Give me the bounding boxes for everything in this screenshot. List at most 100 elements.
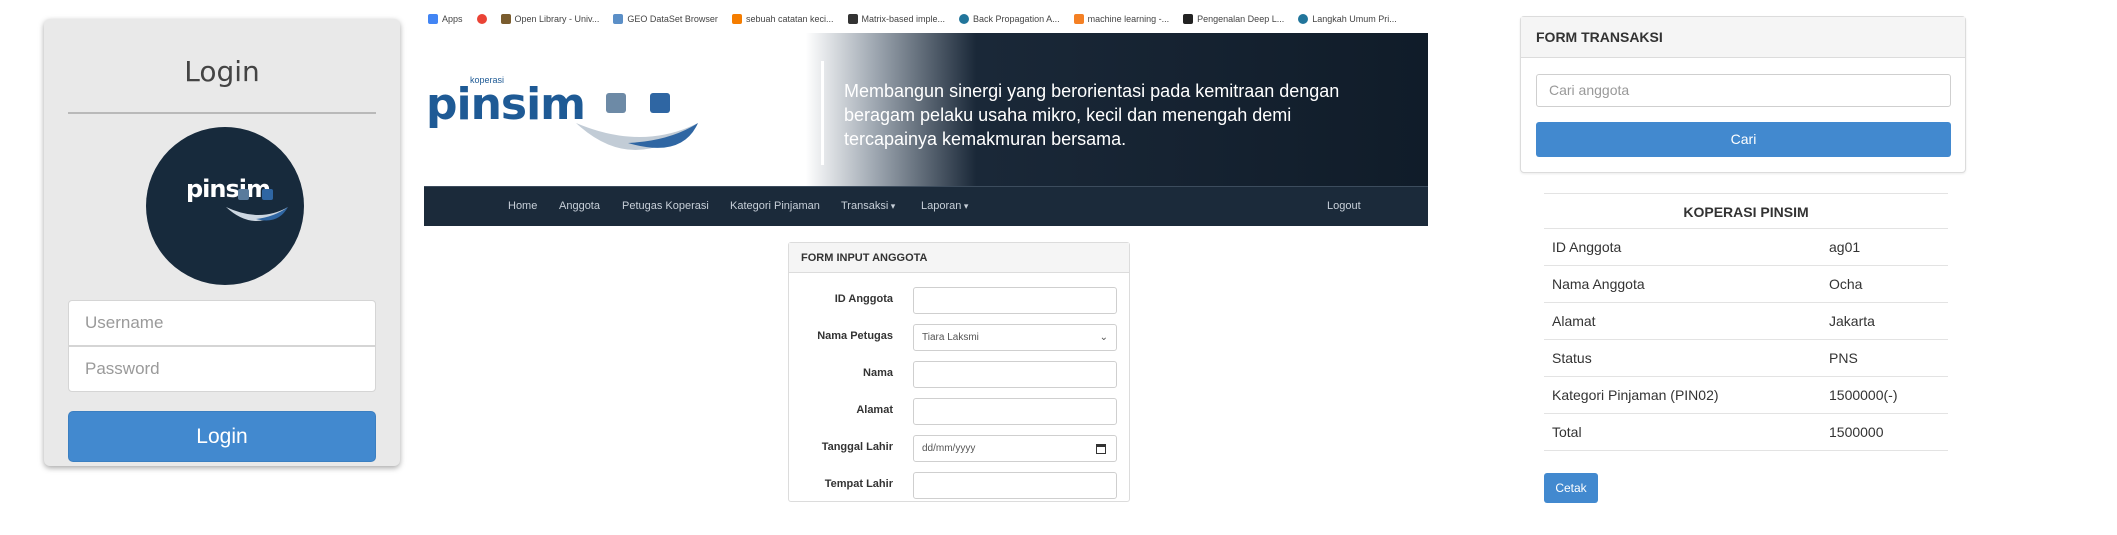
smile-logo-icon bbox=[226, 189, 288, 221]
google-icon bbox=[476, 14, 487, 24]
cari-button[interactable]: Cari bbox=[1536, 122, 1951, 157]
nav-transaksi-dropdown[interactable]: Transaksi bbox=[841, 200, 895, 212]
login-panel: Login pinsim Username Password Login bbox=[44, 19, 400, 466]
nav-home[interactable]: Home bbox=[508, 200, 537, 212]
nama-label: Nama bbox=[863, 367, 893, 379]
row-key: Total bbox=[1552, 424, 1582, 440]
site-tagline: Membangun sinergi yang berorientasi pada… bbox=[844, 81, 1340, 149]
anggota-form-card: FORM INPUT ANGGOTA ID Anggota Nama Petug… bbox=[788, 242, 1130, 502]
bookmark-label: Open Library - Univ... bbox=[514, 14, 600, 24]
main-navbar: Home Anggota Petugas Koperasi Kategori P… bbox=[424, 186, 1428, 226]
site-banner: koperasi pinsim Membangun sinergi yang b… bbox=[424, 33, 1428, 186]
nav-logout[interactable]: Logout bbox=[1327, 200, 1361, 212]
wordpress-icon bbox=[959, 14, 970, 24]
cetak-button[interactable]: Cetak bbox=[1544, 473, 1598, 503]
bookmark-item[interactable]: Pengenalan Deep L... bbox=[1183, 14, 1284, 24]
alamat-label: Alamat bbox=[856, 404, 893, 416]
table-row: ID Anggota ag01 bbox=[1544, 229, 1948, 266]
transaksi-form-title: FORM TRANSAKSI bbox=[1521, 17, 1965, 58]
banner-divider bbox=[821, 61, 824, 165]
library-icon bbox=[500, 14, 511, 24]
form-title: FORM INPUT ANGGOTA bbox=[789, 243, 1129, 273]
blogger-icon bbox=[731, 14, 742, 24]
login-divider bbox=[68, 112, 376, 114]
row-key: ID Anggota bbox=[1552, 239, 1622, 255]
bookmark-item[interactable]: Matrix-based imple... bbox=[847, 14, 946, 24]
logo-text: pinsim bbox=[426, 79, 586, 130]
id-anggota-input[interactable] bbox=[913, 287, 1117, 314]
bookmark-apps[interactable]: Apps bbox=[428, 14, 463, 24]
form-row-id: ID Anggota bbox=[789, 287, 1131, 315]
transaksi-form-card: FORM TRANSAKSI Cari anggota Cari bbox=[1520, 16, 1966, 173]
tanggal-lahir-input[interactable]: dd/mm/yyyy bbox=[913, 435, 1117, 462]
table-row: Status PNS bbox=[1544, 340, 1948, 377]
apps-grid-icon bbox=[428, 14, 438, 24]
login-logo: pinsim bbox=[146, 127, 304, 285]
tempat-lahir-input[interactable] bbox=[913, 472, 1117, 499]
date-placeholder: dd/mm/yyyy bbox=[922, 443, 976, 454]
form-row-petugas: Nama Petugas Tiara Laksmi ⌄ bbox=[789, 324, 1131, 352]
username-input[interactable]: Username bbox=[68, 300, 376, 346]
table-row: Kategori Pinjaman (PIN02) 1500000(-) bbox=[1544, 377, 1948, 414]
alamat-input[interactable] bbox=[913, 398, 1117, 425]
form-row-tempat: Tempat Lahir bbox=[789, 472, 1131, 500]
stack-icon bbox=[1073, 14, 1084, 24]
row-value: PNS bbox=[1829, 350, 1858, 366]
nav-anggota[interactable]: Anggota bbox=[559, 200, 600, 212]
row-value: Ocha bbox=[1829, 276, 1863, 292]
bookmark-item[interactable]: machine learning -... bbox=[1073, 14, 1170, 24]
receipt-title: KOPERASI PINSIM bbox=[1544, 193, 1948, 229]
doc-icon bbox=[847, 14, 858, 24]
password-input[interactable]: Password bbox=[68, 346, 376, 392]
bookmark-label: Back Propagation A... bbox=[973, 14, 1060, 24]
wordpress-icon bbox=[1298, 14, 1309, 24]
table-row: Total 1500000 bbox=[1544, 414, 1948, 451]
nama-petugas-select[interactable]: Tiara Laksmi ⌄ bbox=[913, 324, 1117, 351]
bookmark-label: Langkah Umum Pri... bbox=[1312, 14, 1397, 24]
nav-petugas[interactable]: Petugas Koperasi bbox=[622, 200, 709, 212]
nama-input[interactable] bbox=[913, 361, 1117, 388]
video-icon bbox=[1183, 14, 1194, 24]
chevron-down-icon: ⌄ bbox=[1099, 332, 1108, 343]
nav-laporan-dropdown[interactable]: Laporan bbox=[921, 200, 968, 212]
bookmark-item[interactable]: Langkah Umum Pri... bbox=[1298, 14, 1397, 24]
table-row: Nama Anggota Ocha bbox=[1544, 266, 1948, 303]
bookmark-label: Pengenalan Deep L... bbox=[1197, 14, 1285, 24]
cari-anggota-input[interactable]: Cari anggota bbox=[1536, 74, 1951, 107]
row-key: Alamat bbox=[1552, 313, 1596, 329]
bookmark-google[interactable] bbox=[476, 14, 487, 24]
nama-petugas-value: Tiara Laksmi bbox=[922, 332, 979, 343]
bookmark-item[interactable]: Back Propagation A... bbox=[959, 14, 1060, 24]
receipt-table: KOPERASI PINSIM ID Anggota ag01 Nama Ang… bbox=[1544, 193, 1948, 451]
row-value: 1500000 bbox=[1829, 424, 1884, 440]
bookmark-label: Matrix-based imple... bbox=[861, 14, 946, 24]
row-value: Jakarta bbox=[1829, 313, 1875, 329]
login-title: Login bbox=[184, 55, 260, 88]
nama-petugas-label: Nama Petugas bbox=[817, 330, 893, 342]
bookmark-label: GEO DataSet Browser bbox=[627, 14, 718, 24]
tanggal-lahir-label: Tanggal Lahir bbox=[821, 441, 893, 453]
bookmark-item[interactable]: sebuah catatan keci... bbox=[731, 14, 834, 24]
bookmarks-bar: Apps Open Library - Univ... GEO DataSet … bbox=[424, 8, 1428, 30]
nav-kategori[interactable]: Kategori Pinjaman bbox=[730, 200, 820, 212]
smile-logo-icon bbox=[576, 93, 698, 150]
bookmark-item[interactable]: GEO DataSet Browser bbox=[613, 14, 718, 24]
calendar-icon[interactable] bbox=[1096, 444, 1106, 454]
bookmark-label: Apps bbox=[442, 14, 463, 24]
bookmark-label: sebuah catatan keci... bbox=[745, 14, 834, 24]
id-anggota-label: ID Anggota bbox=[834, 293, 893, 305]
row-value: ag01 bbox=[1829, 239, 1861, 255]
tempat-lahir-label: Tempat Lahir bbox=[824, 478, 893, 490]
row-key: Status bbox=[1552, 350, 1592, 366]
row-key: Nama Anggota bbox=[1552, 276, 1645, 292]
table-row: Alamat Jakarta bbox=[1544, 303, 1948, 340]
bookmark-label: machine learning -... bbox=[1087, 14, 1170, 24]
bookmark-item[interactable]: Open Library - Univ... bbox=[500, 14, 600, 24]
row-key: Kategori Pinjaman (PIN02) bbox=[1552, 387, 1719, 403]
dna-icon bbox=[613, 14, 624, 24]
form-row-tanggal: Tanggal Lahir dd/mm/yyyy bbox=[789, 435, 1131, 463]
form-row-alamat: Alamat bbox=[789, 398, 1131, 426]
login-button[interactable]: Login bbox=[68, 411, 376, 462]
form-row-nama: Nama bbox=[789, 361, 1131, 389]
anggota-screen: Apps Open Library - Univ... GEO DataSet … bbox=[424, 0, 1428, 502]
